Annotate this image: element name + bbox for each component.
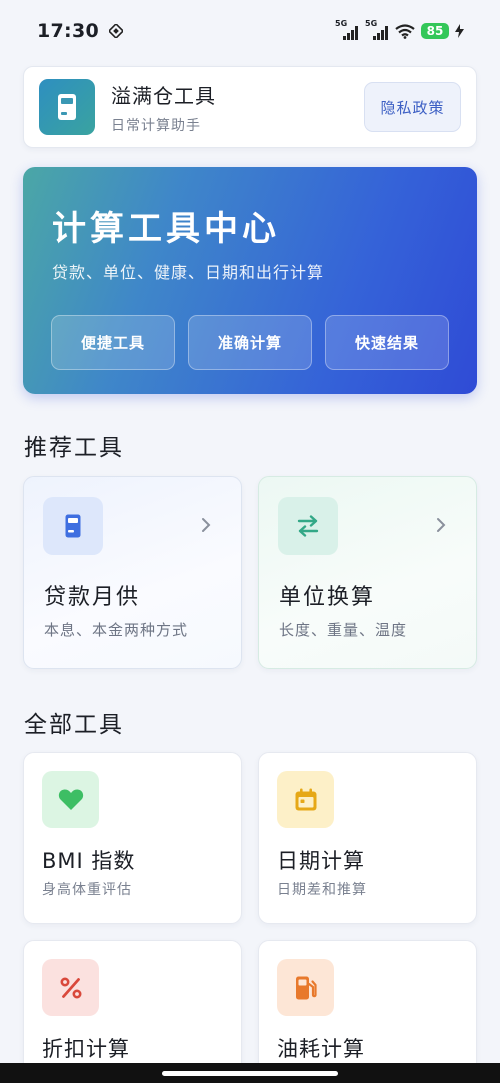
charging-icon [455,24,464,38]
unit-conversion-card[interactable]: 单位换算 长度、重量、温度 [258,476,477,669]
quick-results-button[interactable]: 快速结果 [325,315,449,370]
recommended-section-title: 推荐工具 [24,435,124,461]
heart-icon [58,789,83,810]
app-logo [39,79,95,135]
nfc-icon [108,24,123,38]
fuel-pump-icon [295,976,317,999]
status-bar: 17:30 5G 5G 85 [0,0,500,62]
rec-title: 单位换算 [279,585,376,610]
rec-desc: 长度、重量、温度 [279,621,408,639]
calculator-icon [65,514,81,538]
tool-desc: 日期差和推算 [277,882,367,898]
app-title-block: 溢满仓工具 日常计算助手 [111,80,216,135]
swap-arrows-icon [297,515,319,537]
signal-icon: 5G [365,19,389,40]
tool-title: 折扣计算 [42,1037,130,1061]
privacy-policy-button[interactable]: 隐私政策 [364,82,461,132]
discount-calc-card[interactable]: 折扣计算 [23,940,242,1083]
bmi-card[interactable]: BMI 指数 身高体重评估 [23,752,242,924]
accurate-calc-button[interactable]: 准确计算 [188,315,312,370]
chevron-right-icon [202,518,211,532]
unit-icon-box [278,497,338,555]
home-indicator[interactable] [0,1063,500,1083]
discount-icon-box [42,959,99,1016]
bmi-icon-box [42,771,99,828]
status-time: 17:30 [37,20,99,42]
chevron-right-icon [437,518,446,532]
loan-icon-box [43,497,103,555]
percent-icon [59,976,82,999]
fuel-calc-card[interactable]: 油耗计算 [258,940,477,1083]
hero-subtitle: 贷款、单位、健康、日期和出行计算 [52,263,325,282]
tool-desc: 身高体重评估 [42,882,132,898]
hero-banner: 计算工具中心 贷款、单位、健康、日期和出行计算 便捷工具 准确计算 快速结果 [23,167,477,394]
tool-title: 日期计算 [277,849,365,873]
all-tools-section-title: 全部工具 [24,712,124,738]
fuel-icon-box [277,959,334,1016]
rec-title: 贷款月供 [44,585,141,610]
date-icon-box [277,771,334,828]
tool-title: BMI 指数 [42,849,136,873]
hero-title: 计算工具中心 [52,209,280,249]
calculator-icon [58,94,76,120]
app-subtitle: 日常计算助手 [111,117,201,134]
app-name: 溢满仓工具 [111,83,216,108]
status-indicators: 5G 5G 85 [335,19,464,40]
app-header-card: 溢满仓工具 日常计算助手 隐私政策 [23,66,477,148]
wifi-icon [395,23,415,39]
signal-icon: 5G [335,19,359,40]
loan-payment-card[interactable]: 贷款月供 本息、本金两种方式 [23,476,242,669]
tool-title: 油耗计算 [277,1037,365,1061]
hero-button-row: 便捷工具 准确计算 快速结果 [51,315,449,370]
date-calc-card[interactable]: 日期计算 日期差和推算 [258,752,477,924]
rec-desc: 本息、本金两种方式 [44,621,189,639]
battery-indicator: 85 [421,23,449,39]
calendar-icon [295,788,316,810]
convenient-tools-button[interactable]: 便捷工具 [51,315,175,370]
